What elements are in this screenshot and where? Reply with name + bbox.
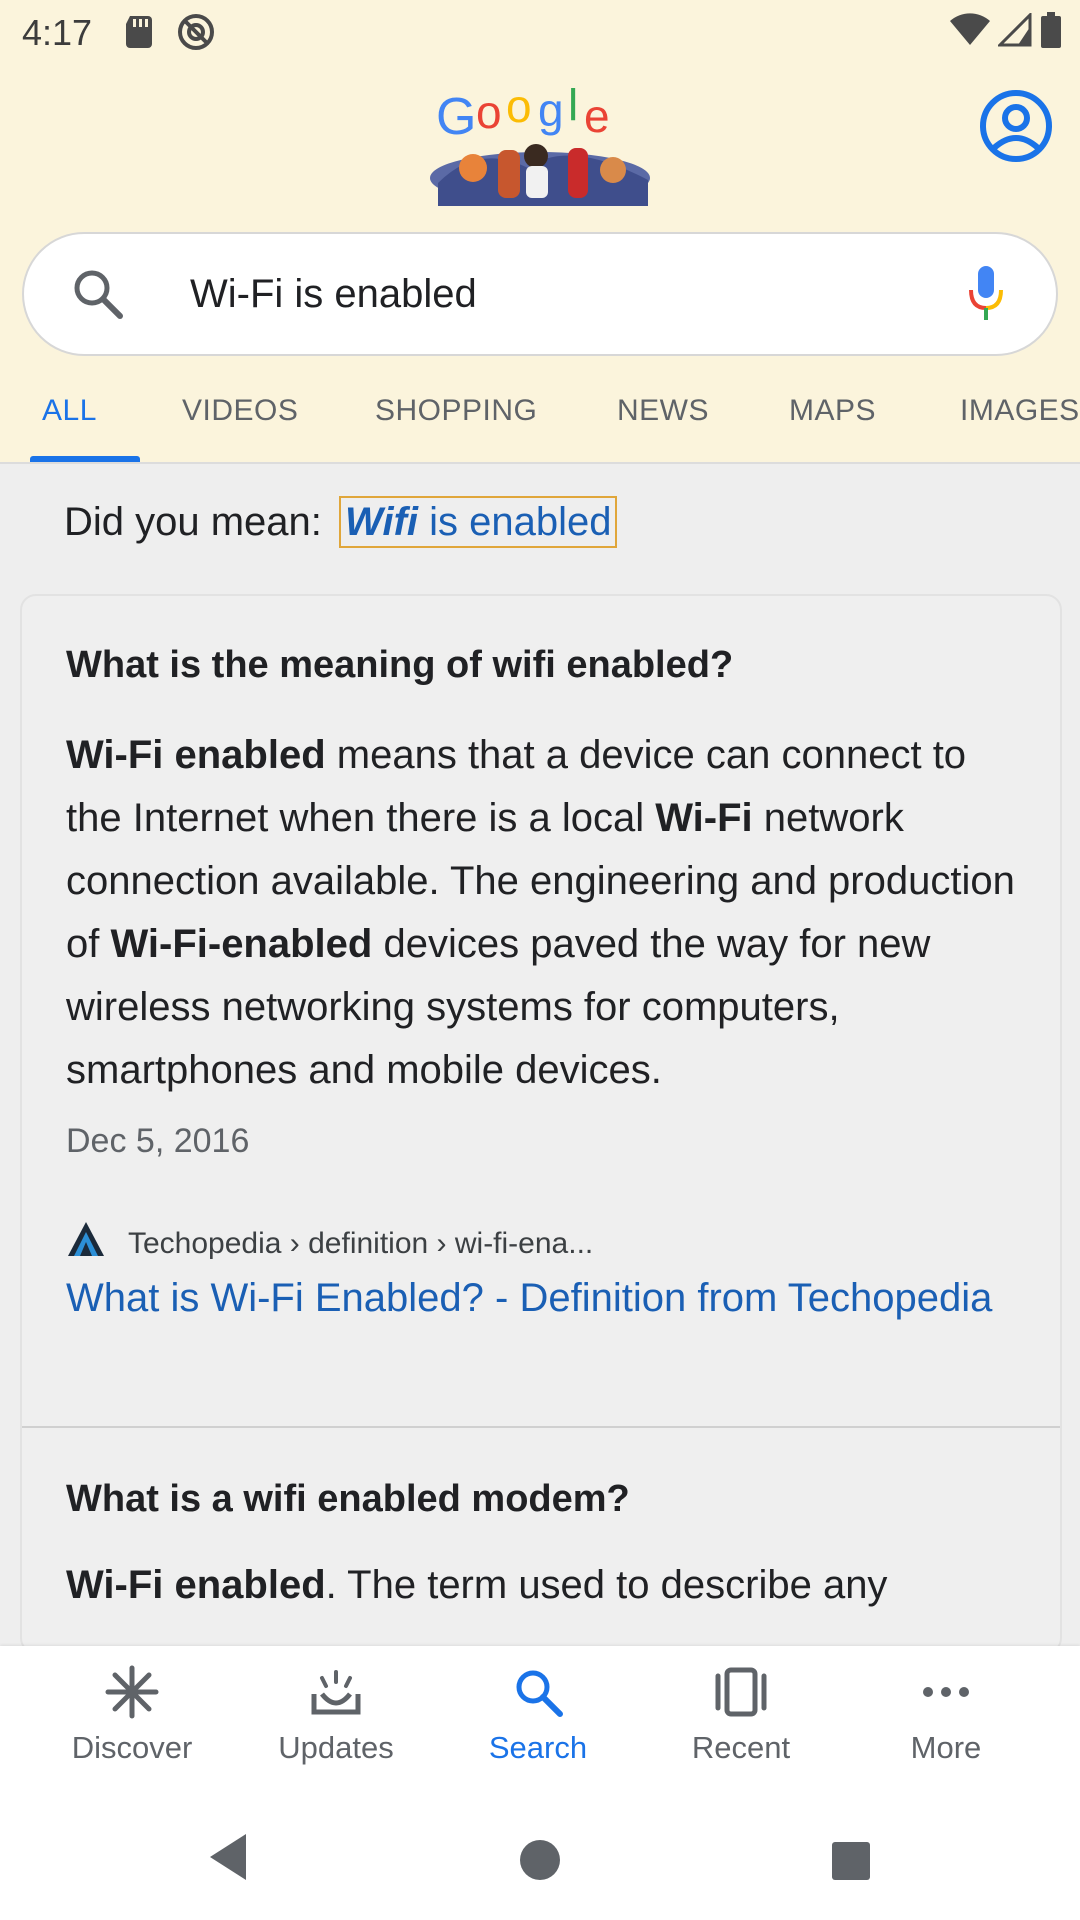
- related-questions-card: What is the meaning of wifi enabled? Wi-…: [20, 594, 1062, 1654]
- svg-text:o: o: [476, 88, 502, 138]
- svg-text:G: G: [436, 88, 476, 146]
- search-tabs: ALL VIDEOS SHOPPING NEWS MAPS IMAGES: [0, 376, 1080, 464]
- question-2[interactable]: What is a wifi enabled modem?: [66, 1478, 630, 1521]
- nav-discover[interactable]: Discover: [52, 1662, 212, 1766]
- status-bar: 4:17: [0, 0, 1080, 64]
- search-bar[interactable]: Wi-Fi is enabled: [22, 232, 1058, 356]
- tab-all[interactable]: ALL: [42, 394, 97, 428]
- overview-icon[interactable]: [832, 1842, 870, 1880]
- sd-card-icon: [124, 14, 154, 53]
- svg-text:l: l: [568, 88, 578, 130]
- nav-discover-label: Discover: [71, 1730, 193, 1765]
- tab-images[interactable]: IMAGES: [960, 394, 1080, 428]
- result-title-link[interactable]: What is Wi-Fi Enabled? - Definition from…: [66, 1272, 1026, 1324]
- nav-search[interactable]: Search: [458, 1662, 618, 1766]
- back-icon[interactable]: [206, 1832, 250, 1887]
- google-doodle-logo[interactable]: G o o g l e: [418, 78, 662, 206]
- nav-more[interactable]: More: [866, 1662, 1026, 1766]
- updates-icon: [256, 1662, 416, 1722]
- answer-snippet-1: Wi-Fi enabled means that a device can co…: [66, 733, 1015, 1092]
- answer-snippet-2: Wi-Fi enabled. The term used to describe…: [66, 1563, 888, 1607]
- wifi-icon: [950, 13, 990, 52]
- tab-videos[interactable]: VIDEOS: [182, 394, 298, 428]
- nav-updates[interactable]: Updates: [256, 1662, 416, 1766]
- source-breadcrumb: Techopedia › definition › wi-fi-ena...: [66, 1220, 593, 1268]
- nav-recent-label: Recent: [691, 1730, 791, 1765]
- account-icon[interactable]: [978, 88, 1054, 164]
- status-time: 4:17: [22, 12, 93, 53]
- system-navigation-bar: [0, 1786, 1080, 1920]
- did-you-mean-label: Did you mean:: [64, 500, 322, 544]
- snippet-date: Dec 5, 2016: [66, 1122, 250, 1160]
- recent-icon: [661, 1662, 821, 1722]
- home-icon[interactable]: [520, 1840, 560, 1880]
- svg-text:o: o: [506, 88, 532, 132]
- active-tab-indicator: [30, 456, 140, 462]
- search-query[interactable]: Wi-Fi is enabled: [190, 272, 477, 317]
- techopedia-favicon-icon: [66, 1220, 106, 1268]
- discover-icon: [52, 1662, 212, 1722]
- search-icon: [68, 264, 128, 329]
- battery-icon: [1040, 12, 1062, 53]
- did-you-mean: Did you mean: Wifi is enabled: [64, 496, 618, 548]
- cell-signal-icon: [996, 11, 1032, 52]
- tab-shopping[interactable]: SHOPPING: [375, 394, 537, 428]
- do-not-disturb-icon: [176, 12, 216, 57]
- question-1[interactable]: What is the meaning of wifi enabled?: [66, 644, 733, 687]
- more-dots-icon: [866, 1662, 1026, 1722]
- source-url: Techopedia › definition › wi-fi-ena...: [128, 1227, 594, 1260]
- svg-text:e: e: [584, 90, 610, 142]
- divider: [22, 1426, 1060, 1428]
- svg-text:g: g: [538, 88, 564, 136]
- nav-more-label: More: [910, 1730, 982, 1765]
- bottom-navigation: Discover Updates Search Recent More: [0, 1646, 1080, 1786]
- microphone-icon[interactable]: [966, 264, 1006, 329]
- tab-news[interactable]: NEWS: [617, 394, 709, 428]
- nav-recent[interactable]: Recent: [661, 1662, 821, 1766]
- nav-search-label: Search: [488, 1730, 588, 1765]
- tab-maps[interactable]: MAPS: [789, 394, 876, 428]
- spelling-suggestion-link[interactable]: Wifi is enabled: [339, 496, 618, 548]
- search-nav-icon: [458, 1662, 618, 1722]
- nav-updates-label: Updates: [278, 1730, 394, 1765]
